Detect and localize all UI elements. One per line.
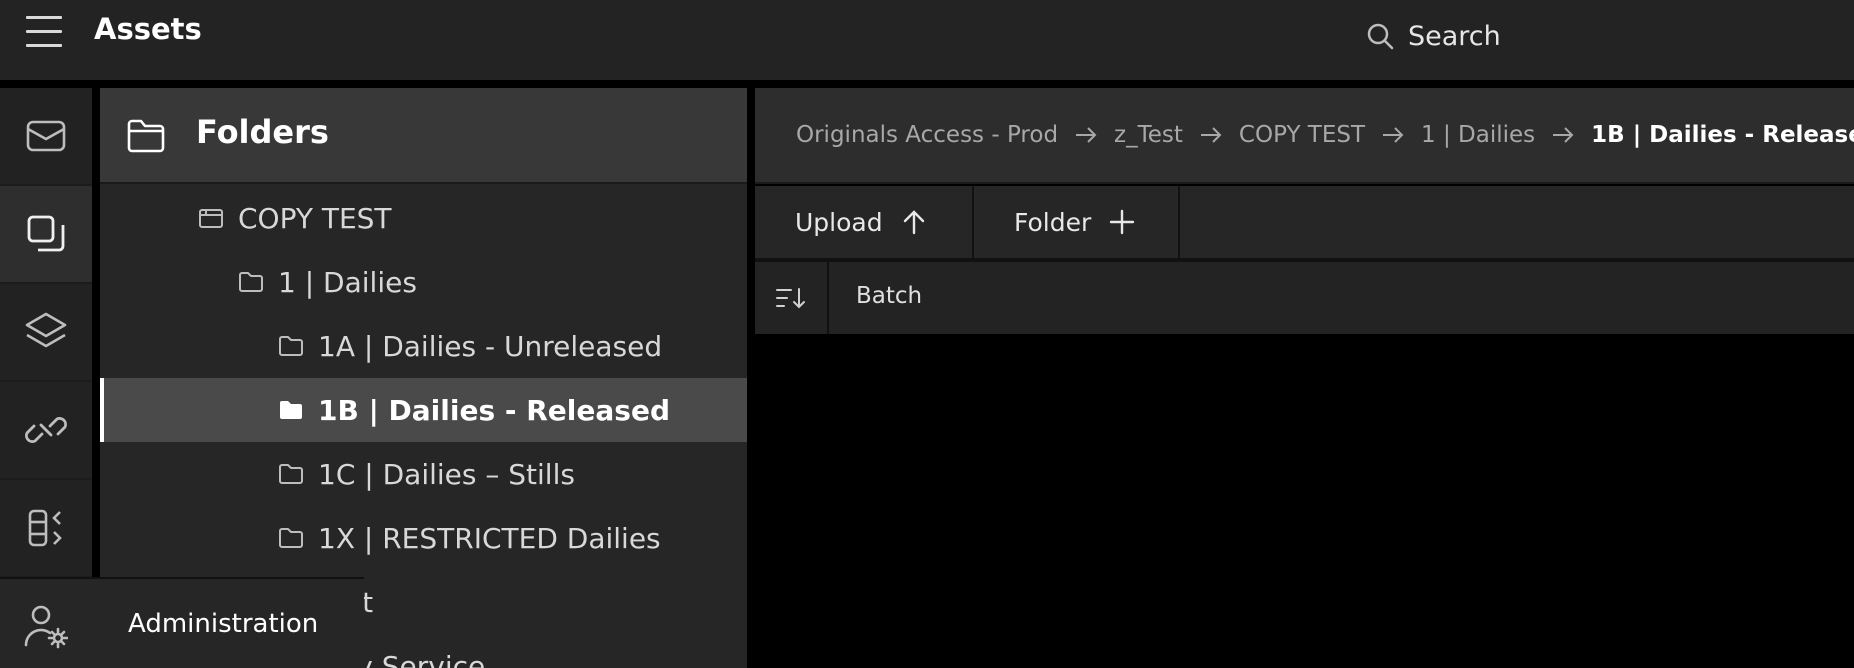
nav-workflow[interactable] [0, 480, 92, 576]
project-icon [199, 209, 223, 228]
tree-item-label: 1X | RESTRICTED Dailies [318, 521, 661, 555]
folder-icon [279, 464, 303, 484]
toolbar: Upload Folder [755, 186, 1854, 262]
workflow-icon [28, 509, 62, 547]
breadcrumb-current: 1B | Dailies - Released [1591, 122, 1854, 148]
tree-item-label: 1C | Dailies – Stills [318, 457, 575, 491]
arrow-right-icon [1552, 126, 1574, 144]
upload-button[interactable]: Upload [755, 186, 974, 258]
breadcrumb-item[interactable]: 1 | Dailies [1421, 122, 1535, 148]
tree-item[interactable]: 1A | Dailies - Unreleased [100, 314, 747, 378]
search-input[interactable]: Search [1366, 16, 1501, 56]
folders-header: Folders [100, 88, 747, 184]
tree-item[interactable]: 1X | RESTRICTED Dailies [100, 506, 747, 570]
arrow-up-icon [903, 210, 924, 235]
inbox-icon [26, 120, 66, 152]
arrow-right-icon [1200, 126, 1222, 144]
tree-item[interactable]: 1C | Dailies – Stills [100, 442, 747, 506]
tree-item-label: COPY TEST [238, 201, 392, 235]
folder-label: Folder [1014, 207, 1092, 237]
breadcrumb: Originals Access - Prod z_Test COPY TEST… [755, 88, 1854, 184]
link-icon [25, 417, 67, 443]
plus-icon [1110, 209, 1135, 235]
arrow-right-icon [1382, 126, 1404, 144]
nav-inbox[interactable] [0, 88, 92, 184]
top-bar: Assets Search [0, 0, 1854, 88]
tree-item[interactable]: COPY TEST [100, 186, 747, 250]
sort-button[interactable] [755, 262, 829, 334]
tree-item-label: 1B | Dailies - Released [318, 393, 670, 427]
folder-icon [279, 528, 303, 548]
upload-label: Upload [795, 207, 883, 237]
app-title: Assets [94, 12, 202, 46]
assets-icon [27, 215, 65, 252]
batch-button[interactable]: Batch [856, 283, 922, 309]
nav-links[interactable] [0, 382, 92, 478]
arrow-right-icon [1075, 126, 1097, 144]
tree-item-label: 1A | Dailies - Unreleased [318, 329, 663, 363]
user-settings-icon [24, 605, 68, 649]
folder-icon [279, 336, 303, 356]
search-placeholder: Search [1408, 20, 1501, 52]
layers-icon [25, 312, 67, 348]
breadcrumb-item[interactable]: Originals Access - Prod [796, 122, 1058, 148]
nav-layers[interactable] [0, 284, 92, 380]
sub-toolbar: Batch [755, 262, 1854, 334]
sort-icon [776, 288, 805, 309]
tree-item[interactable]: 1 | Dailies [100, 250, 747, 314]
new-folder-button[interactable]: Folder [974, 186, 1180, 258]
breadcrumb-item[interactable]: COPY TEST [1239, 122, 1365, 148]
nav-assets[interactable] [0, 186, 92, 282]
tree-item-label: 1 | Dailies [278, 265, 417, 299]
folder-filled-icon [280, 401, 302, 419]
folder-icon [127, 119, 165, 153]
breadcrumb-item[interactable]: z_Test [1114, 122, 1183, 148]
menu-icon[interactable] [24, 15, 64, 49]
folders-title: Folders [196, 113, 329, 151]
administration-label: Administration [128, 609, 319, 639]
administration-button[interactable]: Administration [0, 577, 364, 668]
folder-icon [239, 272, 263, 292]
search-icon [1367, 23, 1394, 50]
main-content: Originals Access - Prod z_Test COPY TEST… [755, 88, 1854, 668]
tree-item-selected[interactable]: 1B | Dailies - Released [100, 378, 747, 442]
